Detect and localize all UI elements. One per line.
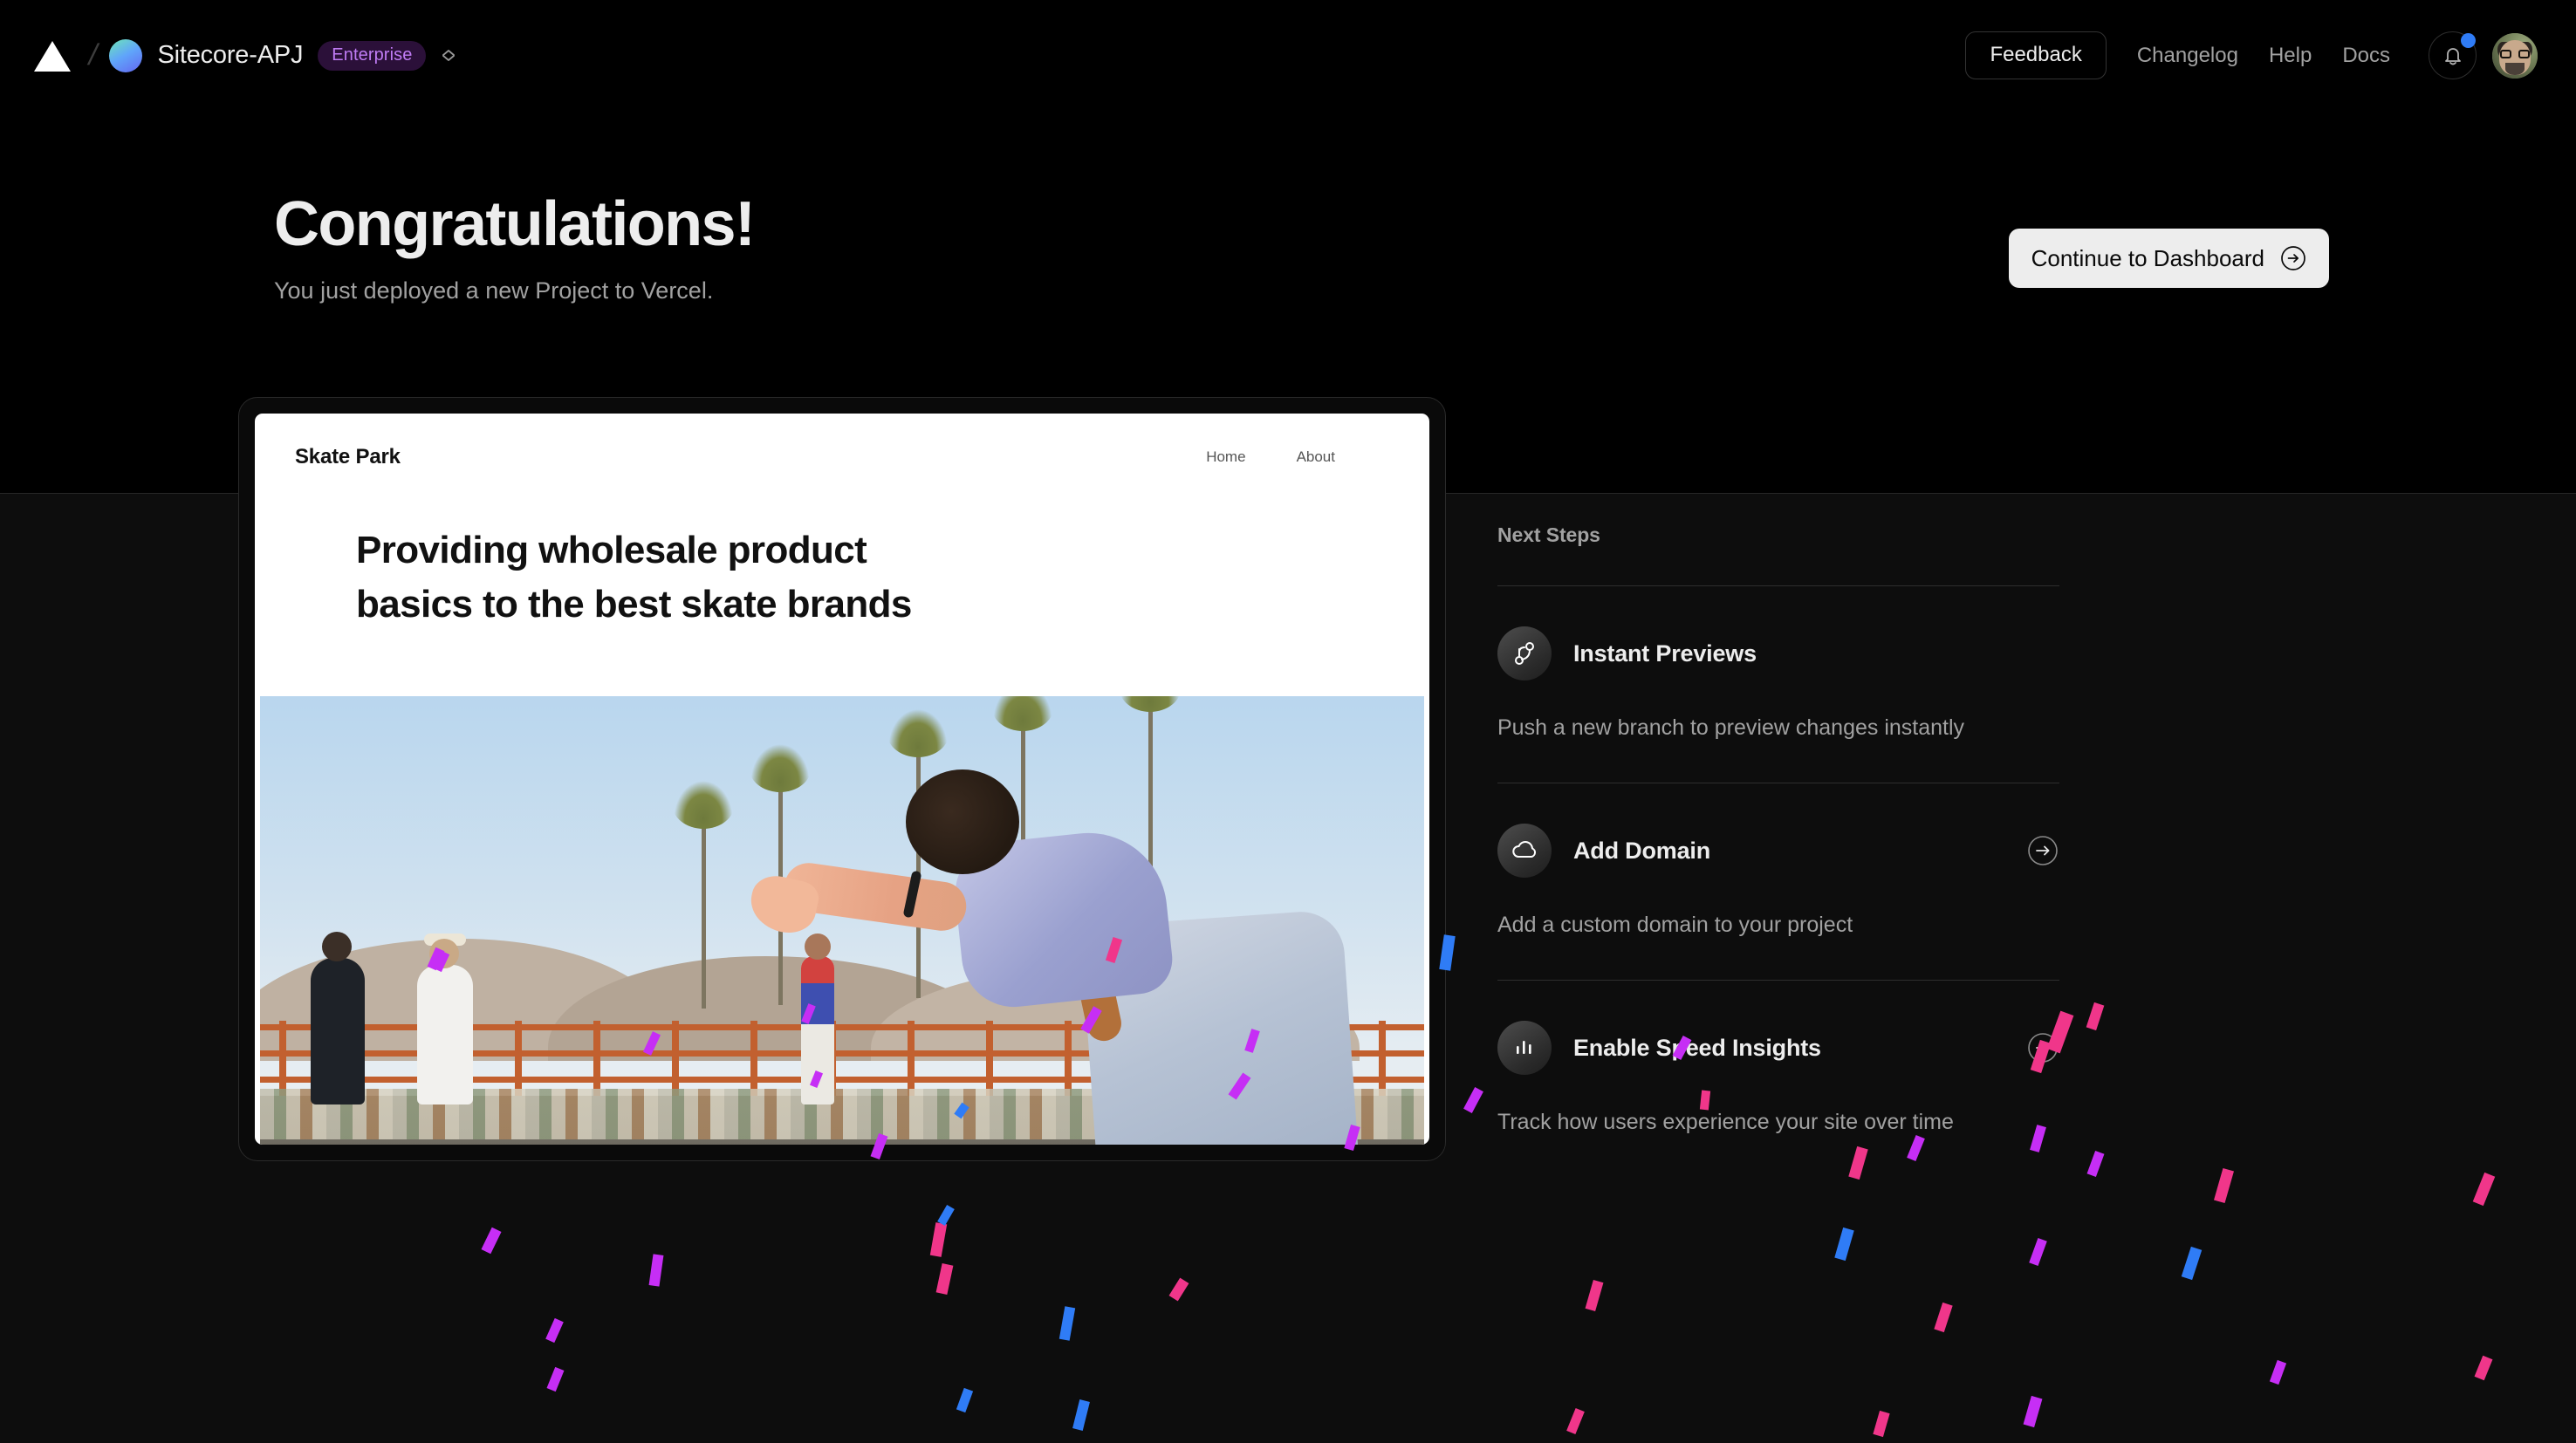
hero-section: Congratulations! You just deployed a new… xyxy=(274,189,756,304)
chevron-up-down-icon xyxy=(442,50,456,61)
next-step-arrow-button[interactable] xyxy=(2026,1031,2059,1064)
arrow-right-circle-icon xyxy=(2281,246,2305,270)
next-step-label: Enable Speed Insights xyxy=(1573,1034,1821,1061)
preview-site-header: Skate Park Home About xyxy=(255,414,1429,469)
feedback-button[interactable]: Feedback xyxy=(1965,31,2107,79)
preview-nav-home: Home xyxy=(1206,448,1246,465)
next-step-header-row: Instant Previews xyxy=(1497,626,2059,680)
next-step-header-row: Enable Speed Insights xyxy=(1497,1021,2059,1075)
bar-chart-icon xyxy=(1497,1021,1552,1075)
preview-headline-line-2: basics to the best skate brands xyxy=(356,583,912,626)
header-right-group: Feedback Changelog Help Docs xyxy=(1965,31,2538,79)
preview-site-headline: Providing wholesale product basics to th… xyxy=(255,469,1005,633)
breadcrumb-separator: / xyxy=(86,38,101,72)
nav-link-docs[interactable]: Docs xyxy=(2342,44,2390,68)
photo-person-bystander xyxy=(417,934,473,1104)
next-step-description: Push a new branch to preview changes ins… xyxy=(1497,715,1965,740)
next-steps-title: Next Steps xyxy=(1497,523,1600,546)
user-avatar[interactable] xyxy=(2492,32,2538,79)
preview-nav-about: About xyxy=(1296,448,1335,465)
vercel-triangle-icon[interactable] xyxy=(33,39,72,72)
page-subtitle: You just deployed a new Project to Verce… xyxy=(274,277,714,304)
avatar-beard xyxy=(2505,62,2525,75)
next-step-arrow-button[interactable] xyxy=(2026,834,2059,867)
vercel-deployment-success-page: / Sitecore-APJ Enterprise Feedback Chang… xyxy=(0,0,2576,1443)
next-step-instant-previews[interactable]: Instant Previews Push a new branch to pr… xyxy=(1497,586,2059,741)
notifications-button[interactable] xyxy=(2429,31,2477,79)
next-step-enable-speed-insights[interactable]: Enable Speed Insights Track how users ex… xyxy=(1497,981,2059,1135)
avatar-glasses xyxy=(2500,49,2530,58)
notification-badge-dot xyxy=(2461,33,2476,48)
preview-site-hero-image xyxy=(260,696,1424,1145)
cloud-icon xyxy=(1497,824,1552,878)
photo-skater xyxy=(745,761,1360,1145)
git-branch-icon xyxy=(1497,626,1552,680)
next-step-header-row: Add Domain xyxy=(1497,824,2059,878)
next-step-description: Add a custom domain to your project xyxy=(1497,913,1853,937)
preview-headline-line-1: Providing wholesale product xyxy=(356,529,867,571)
top-navigation-bar: / Sitecore-APJ Enterprise Feedback Chang… xyxy=(0,0,2576,111)
next-step-description: Track how users experience your site ove… xyxy=(1497,1110,1954,1134)
team-avatar[interactable] xyxy=(109,38,143,72)
header-left-group: / Sitecore-APJ Enterprise xyxy=(33,38,457,72)
next-steps-panel: Next Steps Instant Previews Push a new b… xyxy=(1497,523,2059,1135)
arrow-right-circle-icon xyxy=(2028,836,2058,865)
photo-person-bystander xyxy=(311,932,365,1104)
preview-site-brand: Skate Park xyxy=(295,445,401,468)
bell-icon xyxy=(2444,47,2461,65)
deployment-preview-card[interactable]: Skate Park Home About Providing wholesal… xyxy=(238,397,1446,1161)
next-step-label: Add Domain xyxy=(1573,837,1710,864)
continue-to-dashboard-button[interactable]: Continue to Dashboard xyxy=(2008,229,2329,288)
continue-to-dashboard-label: Continue to Dashboard xyxy=(2031,244,2264,271)
preview-site-nav: Home About xyxy=(1206,448,1389,466)
nav-link-help[interactable]: Help xyxy=(2269,44,2312,68)
next-step-add-domain[interactable]: Add Domain Add a custom domain to your p… xyxy=(1497,783,2059,938)
next-step-label: Instant Previews xyxy=(1573,639,1757,667)
arrow-right-circle-icon xyxy=(2028,1033,2058,1063)
preview-site-viewport: Skate Park Home About Providing wholesal… xyxy=(255,414,1429,1145)
scope-switcher-button[interactable] xyxy=(440,50,457,61)
page-title: Congratulations! xyxy=(274,189,756,259)
photo-palm-tree xyxy=(672,778,735,1009)
team-name[interactable]: Sitecore-APJ xyxy=(157,41,303,70)
nav-link-changelog[interactable]: Changelog xyxy=(2137,44,2238,68)
plan-badge[interactable]: Enterprise xyxy=(318,40,427,71)
